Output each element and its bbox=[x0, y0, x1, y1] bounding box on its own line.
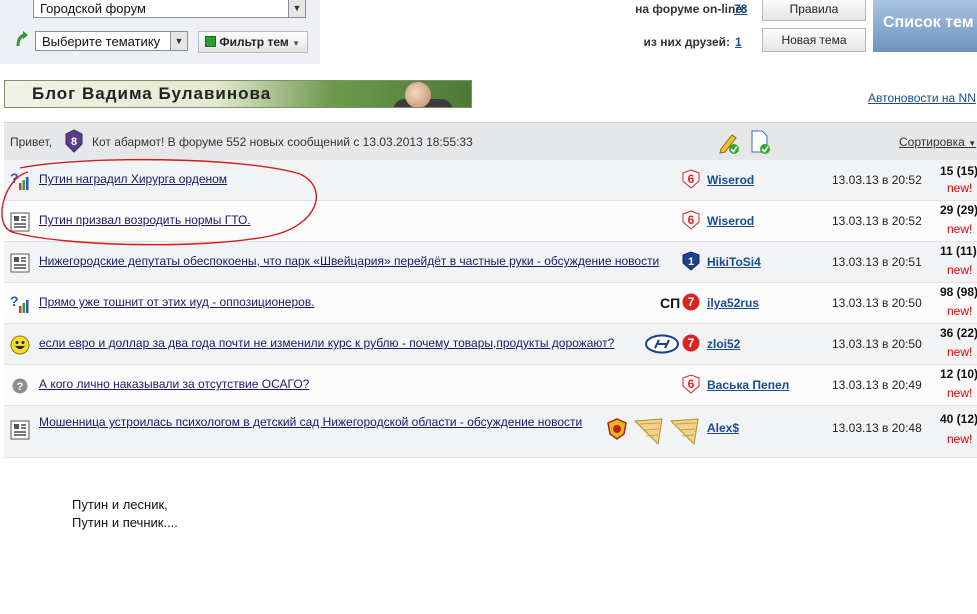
new-badge: new! bbox=[947, 432, 973, 446]
author-link[interactable]: Васька Пепел bbox=[707, 378, 789, 392]
forum-select-value: Городской форум bbox=[40, 1, 146, 16]
rank-number: 6 bbox=[688, 377, 695, 391]
reply-count: 11 (11) bbox=[940, 244, 977, 258]
filter-topics-label: Фильтр тем bbox=[219, 35, 289, 49]
reply-count: 15 (15) bbox=[940, 164, 977, 178]
refresh-arrow-icon[interactable] bbox=[14, 30, 30, 48]
topic-row: ? А кого лично наказывали за отсутствие … bbox=[4, 365, 977, 406]
car-brand-logo-icon bbox=[645, 334, 679, 354]
question-topic-icon: ? bbox=[12, 378, 28, 394]
rank-number: 7 bbox=[688, 336, 695, 350]
topic-title-link[interactable]: Прямо уже тошнит от этих иуд - оппозицио… bbox=[39, 295, 315, 309]
author-link[interactable]: Wiserod bbox=[707, 214, 754, 228]
rank-badge-icon: 6 bbox=[682, 374, 700, 394]
greeting: Привет, bbox=[10, 135, 52, 149]
svg-text:?: ? bbox=[10, 294, 19, 309]
topic-row: если евро и доллар за два года почти не … bbox=[4, 324, 977, 365]
new-badge: new! bbox=[947, 386, 973, 400]
friends-count-link[interactable]: 1 bbox=[735, 35, 742, 49]
friends-label: из них друзей: bbox=[643, 35, 730, 49]
rank-number: 6 bbox=[688, 213, 695, 227]
last-post-date: 13.03.13 в 20:48 bbox=[832, 421, 922, 435]
blog-banner[interactable]: Блог Вадима Булавинова bbox=[4, 80, 472, 108]
award-cone-icon bbox=[669, 418, 699, 446]
new-badge: new! bbox=[947, 222, 973, 236]
forum-header: Привет, 8 Кот абармот! В форуме 552 новы… bbox=[4, 122, 977, 161]
chevron-down-icon: ▼ bbox=[292, 39, 300, 48]
sort-label: Сортировка bbox=[899, 135, 965, 149]
last-post-date: 13.03.13 в 20:51 bbox=[832, 255, 922, 269]
reply-count: 40 (12) bbox=[940, 412, 977, 426]
online-label: на форуме on-line: bbox=[635, 2, 746, 16]
news-topic-icon bbox=[10, 420, 30, 440]
chevron-down-icon[interactable]: ▼ bbox=[288, 0, 305, 17]
sort-dropdown[interactable]: Сортировка ▼ bbox=[899, 135, 976, 149]
filter-checkbox-icon bbox=[205, 36, 216, 47]
author-link[interactable]: Alex$ bbox=[707, 421, 739, 435]
caption-text: Путин и лесник, Путин и печник.... bbox=[72, 497, 178, 530]
new-badge: new! bbox=[947, 304, 973, 318]
rank-badge-icon: 6 bbox=[682, 169, 700, 189]
last-post-date: 13.03.13 в 20:52 bbox=[832, 214, 922, 228]
rank-number: 7 bbox=[688, 295, 695, 309]
topic-title-link[interactable]: Нижегородские депутаты обеспокоены, что … bbox=[39, 254, 659, 268]
last-post-date: 13.03.13 в 20:50 bbox=[832, 296, 922, 310]
chevron-down-icon: ▼ bbox=[968, 139, 977, 148]
reply-count: 12 (10) bbox=[940, 367, 977, 381]
topic-title-link[interactable]: если евро и доллар за два года почти не … bbox=[39, 336, 614, 350]
new-badge: new! bbox=[947, 263, 973, 277]
topic-select-value: Выберите тематику bbox=[42, 34, 161, 49]
reply-count: 29 (29) bbox=[940, 203, 977, 217]
reply-count: 98 (98) bbox=[940, 285, 977, 299]
poll-question-icon: ? bbox=[10, 294, 29, 313]
forum-select[interactable]: Городской форум ▼ bbox=[33, 0, 306, 18]
topic-select[interactable]: Выберите тематику ▼ bbox=[35, 31, 188, 51]
last-post-date: 13.03.13 в 20:52 bbox=[832, 173, 922, 187]
topic-list-button[interactable]: Список тем bbox=[873, 0, 977, 52]
new-topic-button[interactable]: Новая тема bbox=[762, 28, 866, 52]
rank-number: 6 bbox=[688, 172, 695, 186]
author-link[interactable]: zloi52 bbox=[707, 337, 740, 351]
rank-badge-icon: 7 bbox=[682, 334, 700, 352]
author-link[interactable]: ilya52rus bbox=[707, 296, 759, 310]
rules-button[interactable]: Правила bbox=[762, 0, 866, 21]
author-link[interactable]: Wiserod bbox=[707, 173, 754, 187]
banner-title: Блог Вадима Булавинова bbox=[32, 84, 272, 103]
smiley-topic-icon bbox=[10, 335, 30, 355]
new-badge: new! bbox=[947, 345, 973, 359]
rank-badge-icon: 1 bbox=[682, 251, 700, 271]
last-post-date: 13.03.13 в 20:50 bbox=[832, 337, 922, 351]
user-rank-number: 8 bbox=[71, 136, 77, 148]
edit-pencil-icon[interactable] bbox=[718, 131, 740, 155]
topic-row: ? Прямо уже тошнит от этих иуд - оппозиц… bbox=[4, 283, 977, 324]
chevron-down-icon[interactable]: ▼ bbox=[170, 32, 187, 50]
topic-title-link[interactable]: А кого лично наказывали за отсутствие ОС… bbox=[39, 377, 309, 391]
news-topic-icon bbox=[10, 253, 30, 273]
award-cone-icon bbox=[633, 418, 663, 446]
rank-number: 1 bbox=[688, 256, 694, 268]
user-club-badge: СП bbox=[660, 295, 681, 311]
banner-photo-face bbox=[405, 82, 431, 107]
highlight-ellipse-annotation bbox=[1, 158, 317, 246]
autonews-link[interactable]: Автоновости на NN bbox=[868, 91, 976, 105]
filter-topics-button[interactable]: Фильтр тем ▼ bbox=[198, 31, 308, 53]
svg-text:?: ? bbox=[17, 381, 24, 393]
topic-row: Мошенница устроилась психологом в детски… bbox=[4, 406, 977, 458]
author-link[interactable]: HikiToSi4 bbox=[707, 255, 761, 269]
topic-title-link[interactable]: Мошенница устроилась психологом в детски… bbox=[39, 415, 582, 429]
online-count-link[interactable]: 78 bbox=[734, 2, 747, 16]
new-messages-info: Кот абармот! В форуме 552 новых сообщени… bbox=[92, 135, 473, 149]
new-badge: new! bbox=[947, 181, 973, 195]
greeting-text: Привет, bbox=[10, 135, 53, 149]
rank-badge-icon: 7 bbox=[682, 293, 700, 311]
crest-badge-icon bbox=[607, 418, 627, 440]
forum-select-panel: Городской форум ▼ Выберите тематику ▼ Фи… bbox=[0, 0, 320, 64]
rank-badge-icon: 6 bbox=[682, 210, 700, 230]
last-post-date: 13.03.13 в 20:49 bbox=[832, 378, 922, 392]
reply-count: 36 (22) bbox=[940, 326, 977, 340]
topic-row: Нижегородские депутаты обеспокоены, что … bbox=[4, 242, 977, 283]
document-check-icon[interactable] bbox=[749, 130, 771, 155]
user-rank-badge-icon: 8 bbox=[65, 129, 83, 153]
